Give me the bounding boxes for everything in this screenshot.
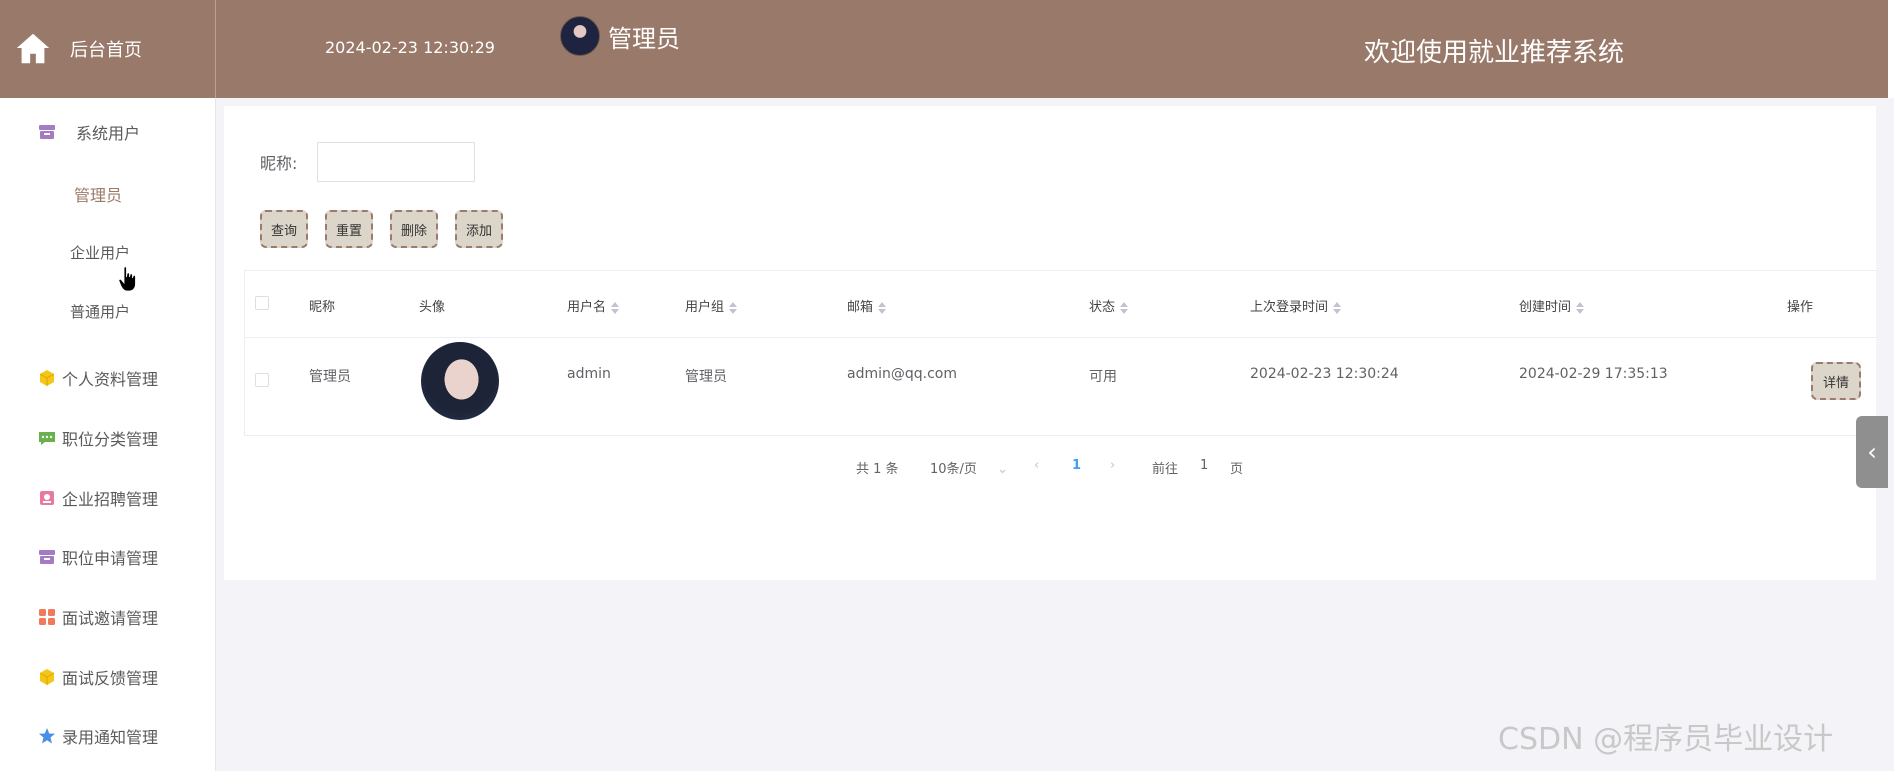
- sidebar-item-label: 职位分类管理: [62, 430, 159, 449]
- search-bar: 昵称:: [260, 142, 476, 182]
- delete-button[interactable]: 删除: [390, 210, 438, 248]
- sidebar: 系统用户 管理员 企业用户 普通用户 个人资料管理 职位分类管理 企业招聘管理 …: [0, 98, 216, 771]
- page-size-select[interactable]: 10条/页 ⌄: [930, 458, 1008, 477]
- add-button[interactable]: 添加: [455, 210, 503, 248]
- cell-username: admin: [567, 366, 611, 382]
- column-header-last-login[interactable]: 上次登录时间: [1250, 296, 1342, 315]
- archive-icon: [39, 125, 55, 139]
- row-checkbox[interactable]: [255, 373, 269, 387]
- user-avatar[interactable]: [560, 16, 600, 56]
- page-size-value: 10条/页: [930, 462, 977, 477]
- reset-button[interactable]: 重置: [325, 210, 373, 248]
- home-label: 后台首页: [70, 40, 142, 61]
- system-title: 欢迎使用就业推荐系统: [1364, 38, 1625, 68]
- sidebar-item-admin[interactable]: 管理员: [74, 182, 122, 206]
- sidebar-item-enterprise-users[interactable]: 企业用户: [70, 242, 130, 263]
- column-header-actions: 操作: [1787, 300, 1814, 315]
- home-icon: [16, 33, 50, 64]
- sidebar-item-label: 企业招聘管理: [62, 490, 159, 509]
- column-header-created[interactable]: 创建时间: [1519, 296, 1585, 315]
- cube-icon: [39, 370, 55, 386]
- chevron-left-icon: ‹: [1867, 438, 1877, 466]
- cell-group: 管理员: [685, 369, 727, 385]
- header-datetime: 2024-02-23 12:30:29: [325, 38, 495, 57]
- collapse-panel-tab[interactable]: ‹: [1856, 416, 1888, 488]
- sidebar-item-job-category[interactable]: 职位分类管理: [38, 426, 158, 450]
- goto-page-input[interactable]: 1: [1200, 458, 1208, 473]
- watermark: CSDN @程序员毕业设计: [1498, 722, 1834, 757]
- header-user[interactable]: 管理员: [560, 16, 680, 56]
- column-label: 创建时间: [1519, 300, 1572, 315]
- sidebar-group-system-users[interactable]: 系统用户: [38, 120, 140, 144]
- user-table: 昵称 头像 用户名 用户组 邮箱 状态 上次登录时间 创建时间 操作 管理员 a…: [244, 270, 1877, 436]
- nickname-search-input[interactable]: [317, 142, 476, 182]
- star-icon: [39, 728, 55, 744]
- prev-page-icon[interactable]: ‹: [1034, 458, 1039, 473]
- sidebar-item-recruitment[interactable]: 企业招聘管理: [38, 486, 158, 510]
- sidebar-item-label: 个人资料管理: [62, 370, 159, 389]
- cell-last-login: 2024-02-23 12:30:24: [1250, 366, 1399, 382]
- query-button[interactable]: 查询: [260, 210, 308, 248]
- column-header-group[interactable]: 用户组: [685, 296, 738, 315]
- sidebar-item-label: 录用通知管理: [62, 728, 159, 747]
- sidebar-item-label: 面试邀请管理: [62, 609, 159, 628]
- badge-icon: [40, 491, 54, 505]
- sidebar-item-job-application[interactable]: 职位申请管理: [38, 545, 158, 569]
- action-buttons: 查询 重置 删除 添加: [260, 210, 520, 248]
- search-label: 昵称:: [260, 154, 298, 173]
- sort-icon[interactable]: [878, 301, 887, 314]
- column-label: 邮箱: [847, 300, 874, 315]
- sidebar-item-profile[interactable]: 个人资料管理: [38, 366, 158, 390]
- main-panel: 昵称: 查询 重置 删除 添加 昵称 头像 用户名 用户组 邮箱 状态 上次登录…: [224, 106, 1877, 580]
- page-scrollbar[interactable]: [1888, 0, 1894, 98]
- chevron-down-icon: ⌄: [997, 462, 1008, 477]
- mouse-cursor-icon: [118, 266, 136, 292]
- sidebar-group-label: 系统用户: [76, 124, 141, 143]
- detail-button[interactable]: 详情: [1811, 362, 1861, 400]
- column-header-nickname: 昵称: [309, 300, 336, 315]
- cell-nickname: 管理员: [309, 369, 351, 385]
- column-label: 状态: [1089, 300, 1116, 315]
- archive-icon: [39, 550, 55, 564]
- page-number-current[interactable]: 1: [1072, 458, 1081, 473]
- sort-icon[interactable]: [611, 301, 620, 314]
- sort-icon[interactable]: [729, 301, 738, 314]
- goto-prefix: 前往: [1152, 462, 1179, 477]
- column-label: 上次登录时间: [1250, 300, 1329, 315]
- sidebar-item-interview-invite[interactable]: 面试邀请管理: [38, 605, 158, 629]
- cell-status: 可用: [1089, 369, 1117, 385]
- cell-created: 2024-02-29 17:35:13: [1519, 366, 1668, 382]
- cell-email: admin@qq.com: [847, 366, 957, 382]
- select-all-checkbox[interactable]: [255, 296, 269, 310]
- column-label: 用户组: [685, 300, 725, 315]
- sort-icon[interactable]: [1333, 301, 1342, 314]
- column-header-avatar: 头像: [419, 300, 446, 315]
- grid-icon: [39, 609, 55, 625]
- column-header-username[interactable]: 用户名: [567, 296, 620, 315]
- column-header-status[interactable]: 状态: [1089, 296, 1129, 315]
- sort-icon[interactable]: [1576, 301, 1585, 314]
- chat-icon: [39, 432, 55, 445]
- sidebar-item-offer-notice[interactable]: 录用通知管理: [38, 724, 158, 748]
- column-label: 用户名: [567, 300, 607, 315]
- cube-icon: [39, 669, 55, 685]
- sidebar-item-label: 职位申请管理: [62, 549, 159, 568]
- pagination-total: 共 1 条: [856, 462, 899, 477]
- top-header: 后台首页 2024-02-23 12:30:29 管理员 欢迎使用就业推荐系统: [0, 0, 1888, 98]
- sidebar-item-normal-users[interactable]: 普通用户: [70, 301, 130, 322]
- user-role: 管理员: [608, 24, 680, 53]
- next-page-icon[interactable]: ›: [1110, 458, 1115, 473]
- sort-icon[interactable]: [1120, 301, 1129, 314]
- home-link[interactable]: 后台首页: [0, 0, 216, 98]
- goto-suffix: 页: [1230, 462, 1244, 477]
- sidebar-item-interview-feedback[interactable]: 面试反馈管理: [38, 665, 158, 689]
- row-avatar-image: [421, 342, 499, 420]
- column-header-email[interactable]: 邮箱: [847, 296, 887, 315]
- header-divider: [245, 337, 1877, 338]
- sidebar-item-label: 面试反馈管理: [62, 669, 159, 688]
